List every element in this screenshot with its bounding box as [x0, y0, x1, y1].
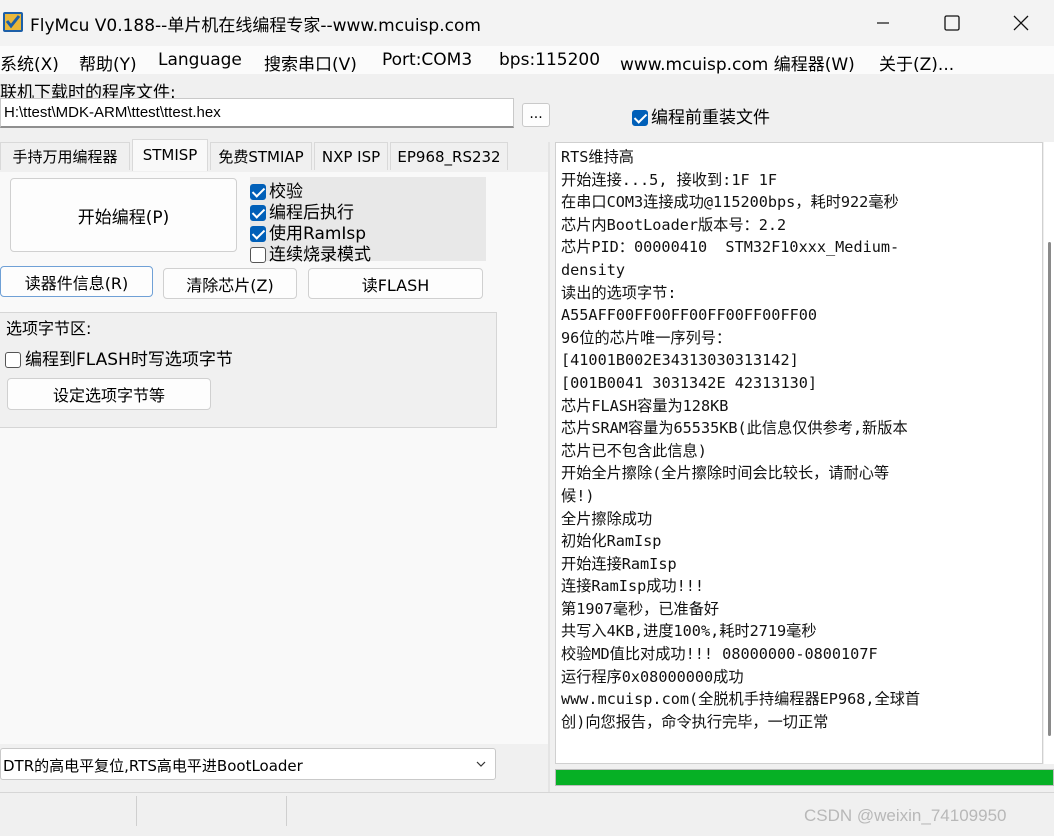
use-ramisp-checkbox[interactable]: 使用RamIsp — [250, 219, 366, 244]
log-line: 芯片已不包含此信息) — [561, 441, 707, 460]
menu-bps[interactable]: bps:115200 — [499, 50, 600, 70]
reload-label: 编程前重装文件 — [651, 108, 770, 128]
log-line: 第1907毫秒，已准备好 — [561, 599, 720, 618]
start-program-button[interactable]: 开始编程(P) — [10, 178, 237, 252]
menu-programmer[interactable]: www.mcuisp.com 编程器(W) — [620, 50, 855, 75]
menu-help[interactable]: 帮助(Y) — [79, 50, 137, 75]
maximize-button[interactable] — [917, 0, 987, 46]
close-button[interactable] — [986, 0, 1054, 46]
menu-language[interactable]: Language — [158, 50, 242, 70]
menu-system[interactable]: 系统(X) — [0, 50, 59, 75]
log-line: 创)向您报告，命令执行完毕，一切正常 — [561, 712, 829, 731]
log-line: 开始连接...5, 接收到:1F 1F — [561, 170, 778, 189]
reload-before-program-checkbox[interactable]: 编程前重装文件 — [632, 103, 770, 128]
chevron-down-icon — [476, 761, 486, 767]
read-flash-button[interactable]: 读FLASH — [308, 268, 483, 299]
tab-ep968[interactable]: EP968_RS232 — [390, 142, 508, 170]
log-line: RTS维持高 — [561, 148, 634, 166]
read-device-info-button[interactable]: 读器件信息(R) — [0, 266, 153, 297]
log-line: 候!) — [561, 486, 595, 505]
watermark: CSDN @weixin_74109950 — [804, 806, 1007, 825]
file-path-input[interactable] — [0, 98, 514, 128]
status-separator — [286, 796, 287, 826]
verify-checkbox[interactable]: 校验 — [250, 177, 303, 202]
progress-fill — [556, 770, 1053, 785]
menu-bar: 系统(X) 帮助(Y) Language 搜索串口(V) Port:COM3 b… — [0, 46, 1054, 75]
title-bar: FlyMcu V0.188--单片机在线编程专家--www.mcuisp.com — [0, 0, 1054, 46]
log-line: 在串口COM3连接成功@115200bps，耗时922毫秒 — [561, 193, 899, 212]
set-option-bytes-button[interactable]: 设定选项字节等 — [7, 378, 211, 410]
log-line: 共写入4KB,进度100%,耗时2719毫秒 — [561, 622, 817, 641]
log-line: 芯片SRAM容量为65535KB(此信息仅供参考,新版本 — [561, 419, 908, 438]
maximize-icon — [944, 15, 960, 31]
window-title: FlyMcu V0.188--单片机在线编程专家--www.mcuisp.com — [30, 16, 481, 36]
tab-stmiap[interactable]: 免费STMIAP — [210, 142, 312, 170]
log-line: 运行程序0x08000000成功 — [561, 667, 744, 686]
tab-stmisp[interactable]: STMISP — [132, 139, 208, 171]
minimize-button[interactable] — [848, 0, 918, 46]
log-line: 连接RamIsp成功!!! — [561, 577, 705, 596]
log-line: 初始化RamIsp — [561, 532, 662, 551]
menu-about[interactable]: 关于(Z)... — [879, 50, 954, 75]
log-line: 96位的芯片唯一序列号： — [561, 328, 732, 347]
checkbox-checked-icon — [632, 110, 648, 126]
tab-handheld[interactable]: 手持万用编程器 — [0, 142, 130, 170]
menu-port[interactable]: Port:COM3 — [382, 50, 472, 70]
log-line: 校验MD值比对成功!!! 08000000-0800107F — [561, 645, 878, 664]
close-icon — [1013, 15, 1029, 31]
log-output[interactable]: RTS维持高开始连接...5, 接收到:1F 1F 在串口COM3连接成功@115… — [555, 142, 1043, 764]
write-option-bytes-label: 编程到FLASH时写选项字节 — [25, 350, 233, 370]
log-line: [41001B002E34313030313142] — [561, 351, 799, 370]
checkbox-unchecked-icon — [250, 247, 266, 263]
continuous-burn-label: 连续烧录模式 — [269, 245, 371, 265]
menu-search-port[interactable]: 搜索串口(V) — [264, 50, 357, 75]
log-scrollbar-thumb[interactable] — [1048, 242, 1051, 736]
log-line: density — [561, 260, 626, 279]
continuous-burn-checkbox[interactable]: 连续烧录模式 — [250, 240, 371, 265]
pane-divider[interactable] — [548, 142, 550, 792]
log-line: A55AFF00FF00FF00FF00FF00FF00 — [561, 306, 818, 325]
option-bytes-title: 选项字节区: — [6, 319, 92, 338]
log-line: 全片擦除成功 — [561, 509, 653, 528]
app-icon — [3, 12, 23, 32]
minimize-icon — [877, 22, 889, 24]
log-line: 读出的选项字节: — [561, 283, 677, 302]
log-text: RTS维持高开始连接...5, 接收到:1F 1F 在串口COM3连接成功@115… — [561, 146, 920, 733]
log-line: 开始全片擦除(全片擦除时间会比较长，请耐心等 — [561, 464, 890, 483]
tab-strip: 手持万用编程器 STMISP 免费STMIAP NXP ISP EP968_RS… — [0, 139, 548, 172]
write-option-bytes-checkbox[interactable]: 编程到FLASH时写选项字节 — [5, 345, 233, 370]
log-line: 开始连接RamIsp — [561, 554, 677, 573]
progress-bar — [555, 769, 1054, 786]
log-line: 芯片内BootLoader版本号：2.2 — [561, 215, 787, 234]
run-after-program-checkbox[interactable]: 编程后执行 — [250, 198, 354, 223]
log-line: www.mcuisp.com(全脱机手持编程器EP968,全球首 — [561, 690, 921, 709]
log-line: 芯片PID：00000410 STM32F10xxx_Medium- — [561, 238, 900, 257]
tab-nxp-isp[interactable]: NXP ISP — [314, 142, 388, 170]
log-line: [001B0041 3031342E 42313130] — [561, 373, 818, 392]
checkbox-unchecked-icon — [5, 352, 21, 368]
log-line: 芯片FLASH容量为128KB — [561, 396, 729, 415]
reset-mode-select[interactable]: DTR的高电平复位,RTS高电平进BootLoader — [0, 748, 496, 780]
browse-button[interactable]: ... — [522, 103, 550, 127]
status-separator — [136, 796, 137, 826]
erase-chip-button[interactable]: 清除芯片(Z) — [163, 268, 297, 299]
